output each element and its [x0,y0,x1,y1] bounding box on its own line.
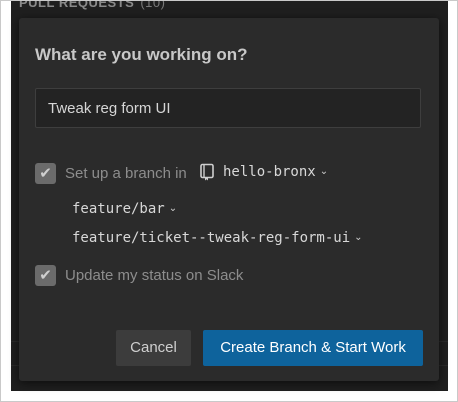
new-branch-picker[interactable]: feature/ticket--tweak-reg-form-ui ⌄ [72,230,363,246]
repo-icon [199,163,215,181]
repo-name: hello-bronx [223,164,316,180]
slack-status-checkbox[interactable]: ✔ [35,265,56,286]
dialog-title: What are you working on? [35,45,248,64]
pull-requests-heading-label: PULL REQUESTS [19,1,135,10]
chevron-down-icon: ⌄ [354,231,363,243]
work-description-input[interactable] [35,88,421,128]
branch-option-label: Set up a branch in [65,165,187,182]
base-branch-picker[interactable]: feature/bar ⌄ [72,201,177,217]
slack-status-label: Update my status on Slack [65,267,244,284]
chevron-down-icon: ⌄ [168,202,178,214]
pull-requests-heading: PULL REQUESTS (10) [19,1,165,10]
create-branch-start-work-button[interactable]: Create Branch & Start Work [203,330,423,366]
pull-requests-count: (10) [140,1,166,10]
branch-checkbox[interactable]: ✔ [35,163,56,184]
cancel-button[interactable]: Cancel [116,330,191,366]
new-branch-name: feature/ticket--tweak-reg-form-ui [72,230,351,246]
chevron-down-icon: ⌄ [319,165,329,177]
base-branch-name: feature/bar [72,201,165,217]
start-work-dialog: What are you working on? ✔ Set up a bran… [19,18,439,381]
repo-picker[interactable]: hello-bronx ⌄ [199,163,328,181]
screenshot-frame: PULL REQUESTS (10) What are you working o… [0,0,458,402]
